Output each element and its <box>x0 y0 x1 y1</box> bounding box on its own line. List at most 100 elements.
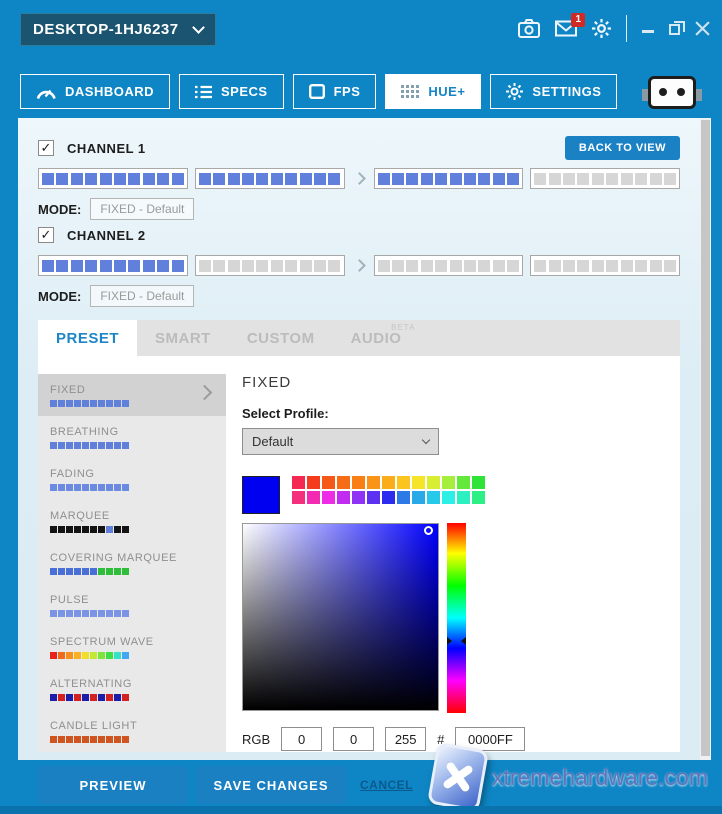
tab-specs[interactable]: SPECS <box>179 74 284 109</box>
preset-tab-smart[interactable]: SMART <box>137 320 229 356</box>
led-square <box>493 260 505 272</box>
led-strip[interactable] <box>38 168 188 189</box>
palette-swatch[interactable] <box>397 476 410 489</box>
led-strip[interactable] <box>195 168 345 189</box>
palette-swatch[interactable] <box>442 476 455 489</box>
led-strip[interactable] <box>38 255 188 276</box>
palette-swatch[interactable] <box>307 476 320 489</box>
palette-swatch[interactable] <box>337 491 350 504</box>
led-strip[interactable] <box>195 255 345 276</box>
palette-swatch[interactable] <box>337 476 350 489</box>
list-icon <box>195 85 212 99</box>
gear-icon[interactable] <box>592 19 611 38</box>
led-strip[interactable] <box>374 255 524 276</box>
led-square <box>143 260 155 272</box>
restore-icon[interactable] <box>669 24 680 35</box>
hue-device-icon[interactable] <box>648 76 696 109</box>
palette-swatch[interactable] <box>412 491 425 504</box>
mode-item-marquee[interactable]: MARQUEE <box>38 500 226 542</box>
window-bottom-edge <box>0 806 722 814</box>
hue-slider-marker[interactable] <box>461 637 466 645</box>
led-strip[interactable] <box>530 255 680 276</box>
palette-swatch[interactable] <box>472 491 485 504</box>
palette-swatch[interactable] <box>307 491 320 504</box>
hue-slider-marker[interactable] <box>447 637 452 645</box>
preset-tab-preset[interactable]: PRESET <box>38 320 137 356</box>
led-square <box>421 173 433 185</box>
palette-swatch[interactable] <box>382 491 395 504</box>
palette-swatch[interactable] <box>382 476 395 489</box>
back-to-view-button[interactable]: BACK TO VIEW <box>565 136 680 160</box>
mode-item-fading[interactable]: FADING <box>38 458 226 500</box>
cancel-link[interactable]: CANCEL <box>360 778 413 792</box>
saturation-value-picker[interactable] <box>242 523 439 711</box>
mode-led-square <box>90 568 97 575</box>
rgb-b-input[interactable] <box>385 727 426 751</box>
minimize-icon[interactable] <box>642 30 654 33</box>
mode-item-covering-marquee[interactable]: COVERING MARQUEE <box>38 542 226 584</box>
mode-led-square <box>90 610 97 617</box>
chevron-right-icon <box>352 261 367 270</box>
scrollbar-thumb[interactable] <box>701 120 710 756</box>
palette-swatch[interactable] <box>352 491 365 504</box>
mail-icon[interactable]: 1 <box>555 20 577 37</box>
tab-settings[interactable]: SETTINGS <box>490 74 617 109</box>
palette-swatch[interactable] <box>427 491 440 504</box>
rgb-g-input[interactable] <box>333 727 374 751</box>
palette-swatch[interactable] <box>292 491 305 504</box>
mode-led-square <box>114 568 121 575</box>
led-strip[interactable] <box>530 168 680 189</box>
preset-tab-custom[interactable]: CUSTOM <box>229 320 333 356</box>
palette-swatch[interactable] <box>322 491 335 504</box>
palette-swatch[interactable] <box>472 476 485 489</box>
mode-led-square <box>74 736 81 743</box>
mode-item-spectrum-wave[interactable]: SPECTRUM WAVE <box>38 626 226 668</box>
select-profile-label: Select Profile: <box>242 406 680 421</box>
palette-swatch[interactable] <box>457 476 470 489</box>
picker-cursor[interactable] <box>424 526 433 535</box>
hue-slider[interactable] <box>447 523 466 713</box>
palette-swatch[interactable] <box>367 491 380 504</box>
led-square <box>256 173 268 185</box>
mode-item-candle-light[interactable]: CANDLE LIGHT <box>38 710 226 752</box>
mode-led-square <box>74 694 81 701</box>
palette-swatch[interactable] <box>352 476 365 489</box>
palette-swatch[interactable] <box>397 491 410 504</box>
palette-swatch[interactable] <box>292 476 305 489</box>
palette-swatch[interactable] <box>442 491 455 504</box>
preset-tab-audio[interactable]: AUDIOBETA <box>333 320 420 356</box>
device-selector[interactable]: DESKTOP-1HJ6237 <box>20 13 216 46</box>
tab-hue[interactable]: HUE+ <box>385 74 481 109</box>
mode-led-square <box>98 484 105 491</box>
palette-swatch[interactable] <box>457 491 470 504</box>
mode-item-breathing[interactable]: BREATHING <box>38 416 226 458</box>
palette-swatch[interactable] <box>367 476 380 489</box>
mode-item-pulse[interactable]: PULSE <box>38 584 226 626</box>
channel-checkbox[interactable]: ✓ <box>38 140 54 156</box>
tab-dashboard[interactable]: DASHBOARD <box>20 74 170 109</box>
mode-led-square <box>106 526 113 533</box>
camera-icon[interactable] <box>518 19 540 38</box>
close-icon[interactable] <box>695 21 710 36</box>
mode-led-square <box>74 610 81 617</box>
palette-swatch[interactable] <box>412 476 425 489</box>
device-selector-label: DESKTOP-1HJ6237 <box>33 21 179 38</box>
mode-item-label: SPECTRUM WAVE <box>50 636 214 648</box>
mode-item-alternating[interactable]: ALTERNATING <box>38 668 226 710</box>
palette-swatch[interactable] <box>322 476 335 489</box>
beta-badge: BETA <box>391 323 415 332</box>
save-changes-button[interactable]: SAVE CHANGES <box>196 766 346 804</box>
led-square <box>664 260 676 272</box>
rgb-r-input[interactable] <box>281 727 322 751</box>
profile-select[interactable]: Default <box>242 428 439 455</box>
led-square <box>157 173 169 185</box>
led-strip[interactable] <box>374 168 524 189</box>
palette-swatch[interactable] <box>427 476 440 489</box>
mode-led-square <box>122 526 129 533</box>
mode-item-fixed[interactable]: FIXED <box>38 374 226 416</box>
tab-fps[interactable]: FPS <box>293 74 377 109</box>
led-square <box>534 260 546 272</box>
channel-checkbox[interactable]: ✓ <box>38 227 54 243</box>
led-square <box>450 260 462 272</box>
preview-button[interactable]: PREVIEW <box>38 766 188 804</box>
